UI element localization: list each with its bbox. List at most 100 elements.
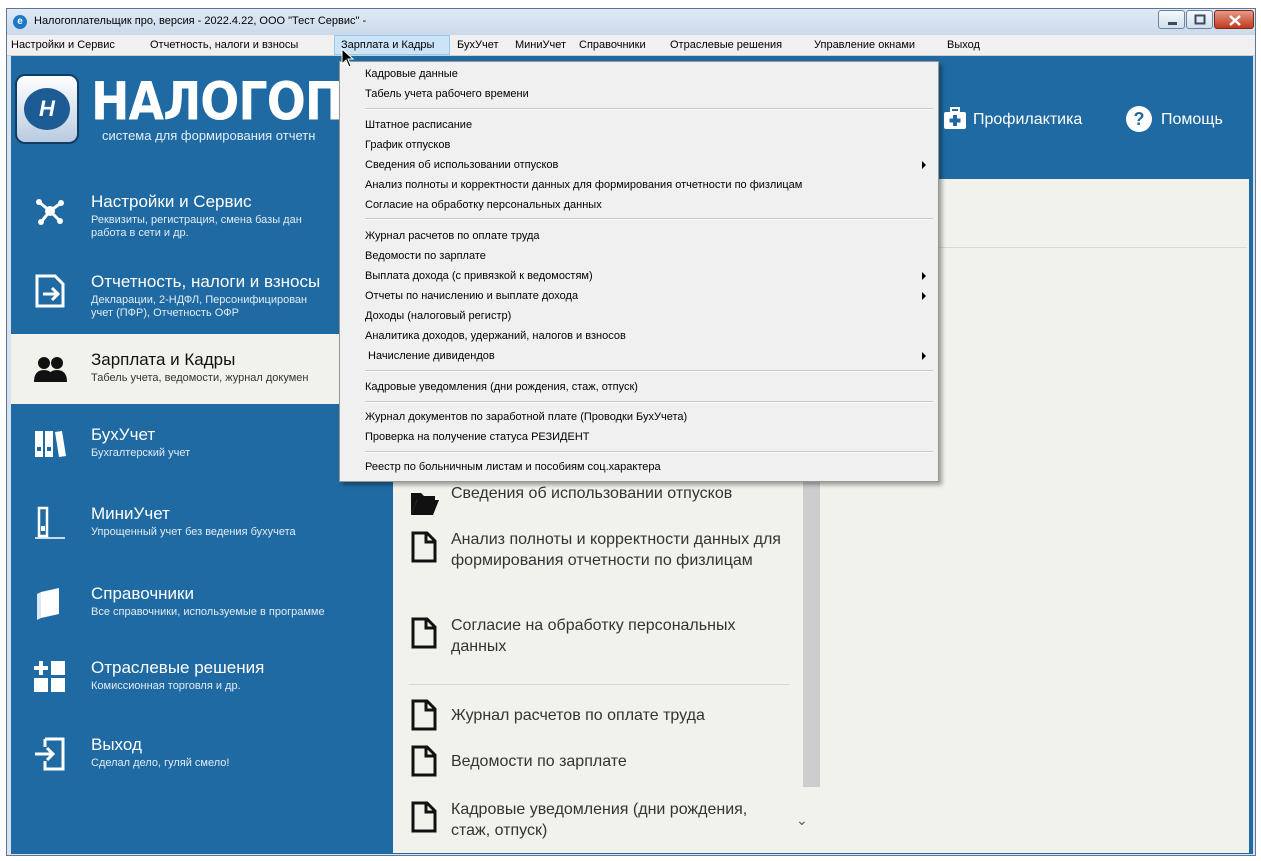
sidebar-item-desc: Декларации, 2-НДФЛ, Персонифицирован уче… [91,294,308,319]
logo-subtitle: система для формирования отчетн [102,128,316,143]
menu-option-timesheet[interactable]: Табель учета рабочего времени [341,84,935,104]
maximize-icon [1194,14,1206,25]
menu-option-label: Журнал документов по заработной плате (П… [365,411,688,423]
book-icon [37,588,59,620]
menu-option-label: Ведомости по зарплате [365,250,486,262]
menu-option-label: Отчеты по начислению и выплате дохода [365,290,579,302]
menu-option-staffing[interactable]: Штатное расписание [341,115,935,135]
sidebar-item-desc: Все справочники, используемые в программ… [91,606,325,618]
list-item-label: Журнал расчетов по оплате труда [451,707,705,724]
sidebar-item-title: Зарплата и Кадры [91,350,236,369]
list-item-label: Согласие на обработку персональных данны… [451,617,736,655]
menu-accounting[interactable]: БухУчет [457,39,499,51]
menu-option-label: Сведения об использовании отпусков [365,159,559,171]
sidebar-item-desc: Бухгалтерский учет [91,447,191,459]
list-item[interactable]: Анализ полноты и корректности данных для… [409,529,789,595]
menu-option-data-analysis[interactable]: Анализ полноты и корректности данных для… [341,175,935,195]
menu-directories[interactable]: Справочники [579,39,646,51]
menu-option-hr-notifications[interactable]: Кадровые уведомления (дни рождения, стаж… [341,377,935,397]
sidebar-item-title: Отраслевые решения [91,658,265,677]
submenu-arrow-icon [922,272,926,280]
window-title: Налогоплательщик про, версия - 2022.4.22… [34,15,367,27]
sidebar-item-exit[interactable]: Выход Сделал дело, гуляй смело! [11,719,377,789]
menu-option-income-reports[interactable]: Отчеты по начислению и выплате дохода [341,286,935,306]
menu-separator [365,401,933,403]
title-bar[interactable]: e Налогоплательщик про, версия - 2022.4.… [7,9,1255,35]
logo: Н [15,74,79,144]
submenu-arrow-icon [922,352,926,360]
app-icon: e [13,15,27,29]
sidebar-item-payroll[interactable]: Зарплата и Кадры Табель учета, ведомости… [11,334,377,404]
list-item[interactable]: Ведомости по зарплате [409,743,789,777]
sidebar-item-directories[interactable]: Справочники Все справочники, используемы… [11,568,377,638]
menu-option-label: Штатное расписание [365,119,473,131]
sidebar-item-miniuchet[interactable]: МиниУчет Упрощенный учет без ведения бух… [11,488,377,558]
menu-option-salary-sheets[interactable]: Ведомости по зарплате [341,246,935,266]
menu-windows[interactable]: Управление окнами [814,39,915,51]
help-label: Помощь [1161,111,1223,128]
menu-option-label: Кадровые данные [365,68,458,80]
menu-option-payroll-journal[interactable]: Журнал расчетов по оплате труда [341,226,935,246]
single-binder-icon [35,506,65,539]
menu-option-label: Начисление дивидендов [365,350,495,362]
sidebar-item-title: Отчетность, налоги и взносы [91,272,321,291]
maintenance-label: Профилактика [973,111,1083,128]
list-item[interactable]: Журнал расчетов по оплате труда [409,697,789,731]
scroll-down-icon[interactable]: ⌄ [796,812,808,829]
minimize-button[interactable] [1158,10,1185,29]
sidebar-item-industry[interactable]: Отраслевые решения Комиссионная торговля… [11,642,377,712]
menu-option-label: Выплата дохода (с привязкой к ведомостям… [365,270,593,282]
exit-icon [35,737,65,771]
sidebar-item-desc: Комиссионная торговля и др. [91,680,241,692]
sidebar-item-settings[interactable]: Настройки и Сервис Реквизиты, регистраци… [11,176,377,246]
sidebar-item-title: Выход [91,735,142,754]
network-icon [36,199,64,225]
menu-option-label: Проверка на получение статуса РЕЗИДЕНТ [365,431,590,443]
menu-industry[interactable]: Отраслевые решения [670,39,782,51]
list-item[interactable]: Согласие на обработку персональных данны… [409,615,789,661]
menu-miniuchet[interactable]: МиниУчет [515,39,566,51]
menu-option-label: Согласие на обработку персональных данны… [365,199,602,211]
menu-settings[interactable]: Настройки и Сервис [11,39,115,51]
menu-option-vacation-usage[interactable]: Сведения об использовании отпусков [341,155,935,175]
menu-separator [365,108,933,110]
sidebar-item-accounting[interactable]: БухУчет Бухгалтерский учет [11,409,377,479]
sidebar-item-title: МиниУчет [91,504,170,523]
document-icon [411,531,437,563]
list-divider [409,684,789,685]
minimize-icon [1168,22,1177,25]
menu-option-dividends[interactable]: Начисление дивидендов [341,346,935,366]
svg-text:?: ? [1134,109,1145,129]
menu-exit[interactable]: Выход [947,39,980,51]
close-button[interactable] [1214,10,1254,29]
menu-option-income-analytics[interactable]: Аналитика доходов, удержаний, налогов и … [341,326,935,346]
menu-option-income-register[interactable]: Доходы (налоговый регистр) [341,306,935,326]
list-item[interactable]: Сведения об использовании отпусков [409,483,789,515]
first-aid-kit-icon [944,107,966,129]
menu-separator [365,370,933,372]
menu-option-label: Анализ полноты и корректности данных для… [365,179,803,191]
menu-separator [365,218,933,220]
sidebar-item-reporting[interactable]: Отчетность, налоги и взносы Декларации, … [11,256,377,326]
submenu-arrow-icon [922,292,926,300]
menu-option-label: Реестр по больничным листам и пособиям с… [365,461,661,473]
submenu-arrow-icon [922,161,926,169]
sidebar-item-desc: Реквизиты, регистрация, смена базы дан р… [91,214,302,239]
menu-reporting[interactable]: Отчетность, налоги и взносы [150,39,298,51]
menu-option-income-payment[interactable]: Выплата дохода (с привязкой к ведомостям… [341,266,935,286]
list-item[interactable]: Кадровые уведомления (дни рождения, стаж… [409,799,789,845]
menu-option-sick-leave-registry[interactable]: Реестр по больничным листам и пособиям с… [341,457,935,477]
menu-separator [365,451,933,453]
sidebar-item-desc: Табель учета, ведомости, журнал докумен [91,372,309,384]
folder-open-icon [411,493,439,515]
list-item-label: Сведения об использовании отпусков [451,485,733,502]
menu-option-vacation-schedule[interactable]: График отпусков [341,135,935,155]
menu-option-salary-documents-journal[interactable]: Журнал документов по заработной плате (П… [341,407,935,427]
sidebar-item-desc: Упрощенный учет без ведения бухучета [91,526,296,538]
menu-option-resident-check[interactable]: Проверка на получение статуса РЕЗИДЕНТ [341,427,935,447]
maximize-button[interactable] [1186,10,1213,29]
menu-bar: Настройки и Сервис Отчетность, налоги и … [7,35,1255,56]
menu-option-consent[interactable]: Согласие на обработку персональных данны… [341,195,935,215]
menu-option-personnel-data[interactable]: Кадровые данные [341,64,935,84]
document-icon [411,617,437,649]
